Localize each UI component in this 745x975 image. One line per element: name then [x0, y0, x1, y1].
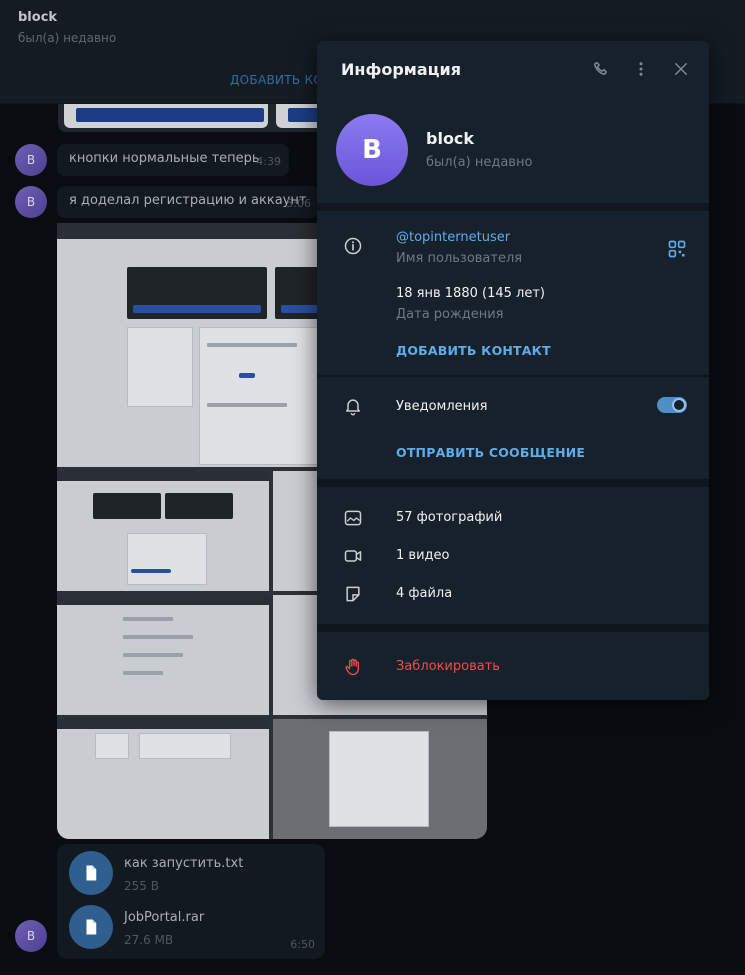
hand-stop-icon	[341, 655, 365, 679]
thumb-panel	[139, 733, 231, 759]
section-divider	[317, 624, 709, 632]
username-label: Имя пользователя	[396, 251, 523, 266]
message-time: 5:06	[286, 197, 311, 210]
bell-icon	[341, 394, 365, 418]
thumb-card	[93, 493, 161, 519]
album-photo[interactable]	[57, 719, 269, 839]
section-divider	[317, 479, 709, 487]
chat-title[interactable]: block	[18, 10, 57, 25]
toggle-knob	[672, 398, 686, 412]
file-icon[interactable]	[69, 851, 113, 895]
profile-name: block	[426, 129, 475, 148]
document-icon	[86, 865, 97, 881]
message-bubble[interactable]: кнопки нормальные теперь 4:39	[57, 144, 289, 176]
thumb-tag	[239, 373, 255, 378]
thumb-line	[207, 403, 287, 407]
profile-avatar[interactable]: B	[336, 114, 408, 186]
add-contact-button[interactable]: ДОБАВИТЬ КОНТАКТ	[396, 343, 551, 358]
sender-avatar[interactable]: B	[15, 920, 47, 952]
thumb-line	[123, 635, 193, 639]
user-info-panel[interactable]: Информация B block был(а) недавно @topin…	[317, 41, 709, 700]
birthday-value: 18 янв 1880 (145 лет)	[396, 286, 545, 301]
message-text: я доделал регистрацию и аккаунт	[69, 193, 307, 208]
qr-code-icon[interactable]	[665, 237, 689, 261]
chat-status: был(а) недавно	[18, 31, 117, 45]
thumb-card	[127, 267, 267, 319]
photos-count[interactable]: 57 фотографий	[396, 510, 502, 525]
thumb-panel	[127, 533, 207, 585]
notifications-label: Уведомления	[396, 399, 488, 414]
close-icon[interactable]	[670, 58, 692, 80]
message-time: 6:50	[290, 938, 315, 951]
thumb-button-shape	[131, 569, 171, 573]
sender-avatar[interactable]: B	[15, 144, 47, 176]
thumb-line	[207, 343, 297, 347]
section-divider	[317, 375, 709, 377]
video-icon	[341, 544, 365, 568]
thumb-modal	[329, 731, 429, 827]
thumb-topbar	[57, 471, 269, 481]
notifications-toggle[interactable]	[657, 397, 687, 413]
sender-avatar[interactable]: B	[15, 186, 47, 218]
message-time: 4:39	[256, 155, 281, 168]
screenshot-thumb	[64, 104, 268, 128]
photo-icon	[341, 506, 365, 530]
thumb-line	[123, 653, 183, 657]
thumb-avatar-panel	[95, 733, 129, 759]
thumb-line	[123, 671, 163, 675]
more-vertical-icon[interactable]	[630, 58, 652, 80]
thumb-button-shape	[133, 305, 261, 313]
message-text: кнопки нормальные теперь	[69, 151, 260, 166]
thumb-topbar	[57, 719, 269, 729]
thumb-card	[165, 493, 233, 519]
thumb-list-panel	[199, 327, 319, 465]
message-bubble[interactable]: я доделал регистрацию и аккаунт 5:06	[57, 186, 319, 218]
file-message-bubble[interactable]: как запустить.txt 255 B JobPortal.rar 27…	[57, 844, 325, 959]
info-icon	[341, 234, 365, 258]
thumb-filter-panel	[127, 327, 193, 407]
phone-icon[interactable]	[590, 58, 612, 80]
document-icon	[86, 919, 97, 935]
file-name[interactable]: JobPortal.rar	[124, 910, 204, 925]
album-photo[interactable]	[57, 471, 269, 591]
file-icon[interactable]	[69, 905, 113, 949]
file-icon	[341, 582, 365, 606]
panel-title: Информация	[341, 60, 461, 79]
block-user-button[interactable]: Заблокировать	[396, 659, 500, 674]
album-photo[interactable]	[57, 595, 269, 715]
thumb-button-shape	[76, 108, 264, 122]
file-name[interactable]: как запустить.txt	[124, 856, 243, 871]
profile-status: был(а) недавно	[426, 155, 533, 170]
section-divider	[317, 203, 709, 211]
birthday-label: Дата рождения	[396, 307, 504, 322]
file-size: 27.6 MB	[124, 933, 174, 947]
files-count[interactable]: 4 файла	[396, 586, 452, 601]
file-size: 255 B	[124, 879, 159, 893]
thumb-line	[123, 617, 173, 621]
add-contact-banner-button[interactable]: ДОБАВИТЬ КО	[230, 73, 323, 87]
album-photo[interactable]	[273, 719, 487, 839]
username-link[interactable]: @topinternetuser	[396, 230, 510, 245]
thumb-topbar	[57, 595, 269, 605]
videos-count[interactable]: 1 видео	[396, 548, 449, 563]
send-message-button[interactable]: ОТПРАВИТЬ СООБЩЕНИЕ	[396, 445, 585, 460]
